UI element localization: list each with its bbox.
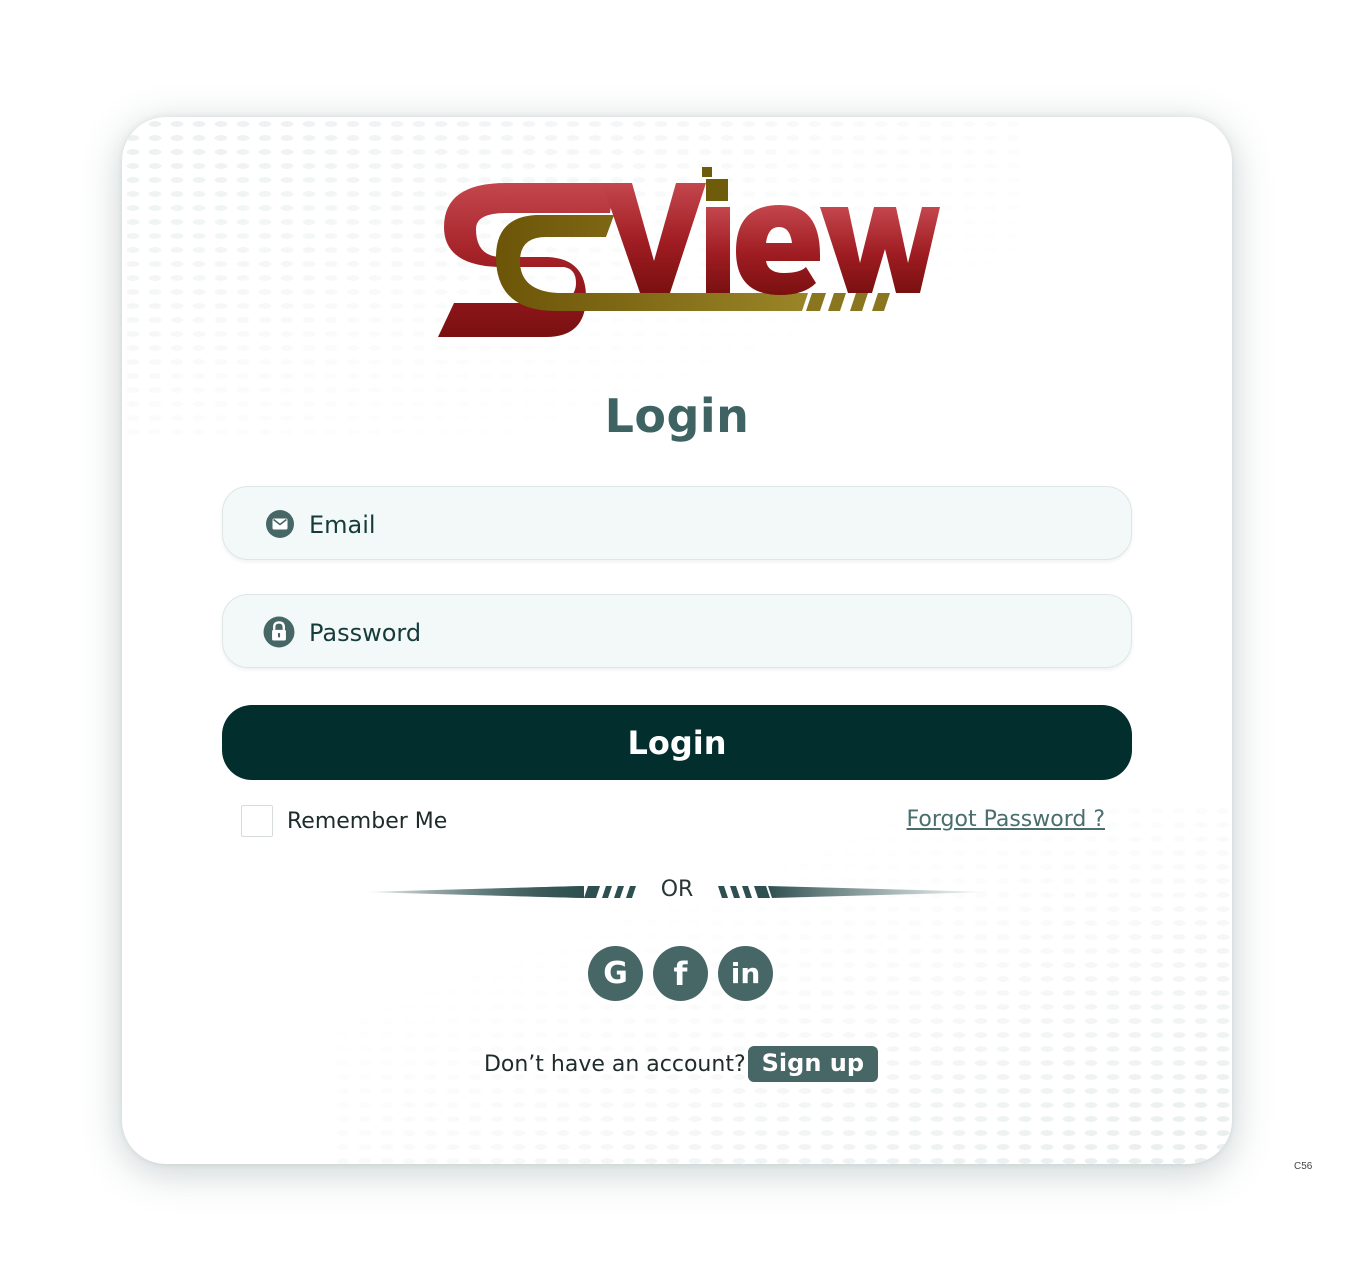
remember-me-label: Remember Me (287, 808, 448, 834)
signup-prompt: Don’t have an account? (483, 1051, 746, 1077)
linkedin-icon: in (730, 957, 761, 990)
facebook-login-button[interactable]: f (653, 946, 708, 1001)
login-card: Login Login Remember Me Forgot Password … (122, 117, 1232, 1164)
remember-me-checkbox[interactable] (241, 805, 273, 837)
remember-me[interactable]: Remember Me (241, 805, 447, 837)
signup-button[interactable]: Sign up (747, 1046, 879, 1082)
email-input[interactable] (307, 499, 1111, 551)
signup-row: Don’t have an account? Sign up (122, 1046, 1232, 1082)
background-pattern (332, 804, 1232, 1164)
login-button[interactable]: Login (222, 705, 1132, 780)
google-login-button[interactable]: G (588, 946, 643, 1001)
or-divider: OR (362, 875, 992, 909)
linkedin-login-button[interactable]: in (718, 946, 773, 1001)
email-field[interactable] (222, 486, 1132, 560)
page-code: C56 (1294, 1161, 1313, 1172)
lock-icon (263, 616, 295, 648)
forgot-password-link[interactable]: Forgot Password ? (907, 807, 1105, 832)
password-input[interactable] (307, 607, 1111, 659)
facebook-icon: f (673, 954, 688, 993)
sview-logo (438, 167, 940, 337)
envelope-icon (266, 510, 294, 538)
social-login: G f in (588, 946, 773, 1001)
or-label: OR (660, 877, 694, 902)
page-title: Login (604, 389, 750, 443)
password-field[interactable] (222, 594, 1132, 668)
google-icon: G (603, 956, 628, 991)
